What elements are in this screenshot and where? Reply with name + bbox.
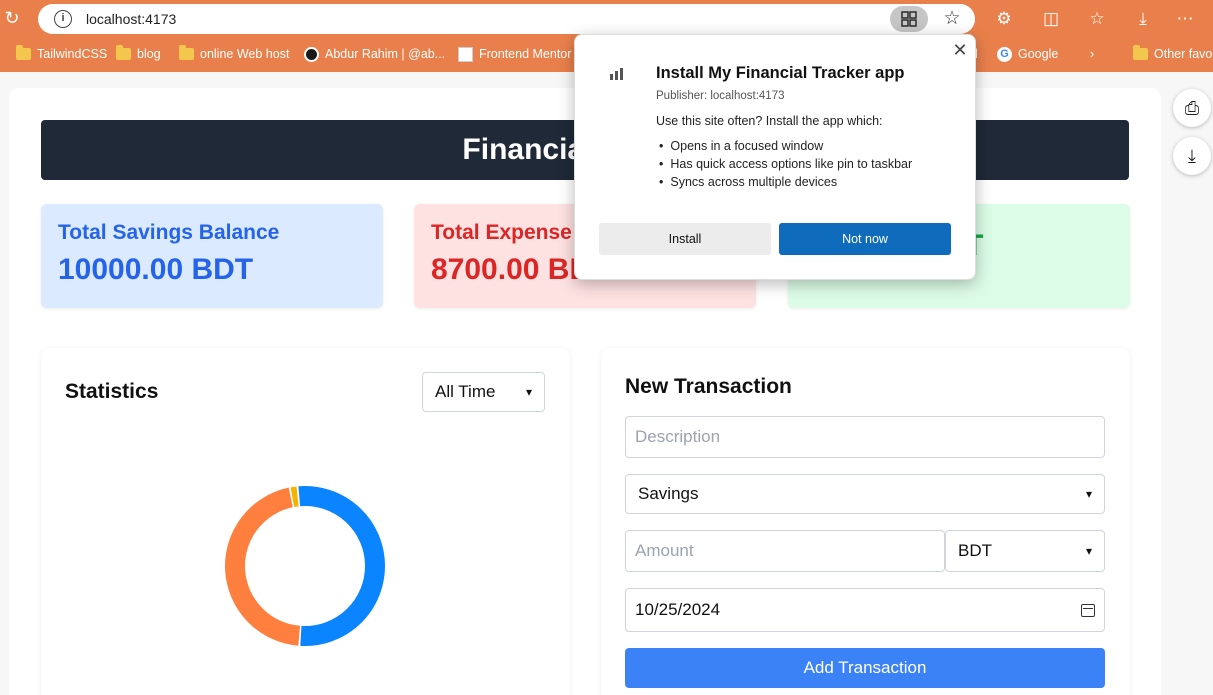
bookmark-item[interactable]: Frontend Mentor	[458, 42, 571, 66]
date-input[interactable]: 10/25/2024	[625, 588, 1105, 632]
savings-label: Total Savings Balance	[58, 221, 280, 244]
description-placeholder: Description	[635, 427, 721, 446]
google-icon: G	[997, 46, 1012, 62]
new-transaction-title: New Transaction	[625, 375, 792, 398]
chevron-down-icon: ▾	[525, 385, 532, 399]
calendar-icon[interactable]	[1081, 603, 1095, 617]
print-icon[interactable]: ⎙	[1173, 89, 1211, 127]
time-range-value: All Time	[435, 382, 496, 401]
not-now-button[interactable]: Not now	[779, 223, 951, 255]
feature-item: Syncs across multiple devices	[659, 173, 912, 191]
amount-input[interactable]: Amount	[625, 530, 945, 572]
donut-slice[interactable]	[298, 486, 385, 646]
add-transaction-button[interactable]: Add Transaction	[625, 648, 1105, 688]
statistics-title: Statistics	[65, 380, 159, 403]
app-grid-icon	[901, 11, 917, 27]
amount-placeholder: Amount	[635, 541, 694, 560]
donut-slice[interactable]	[225, 487, 301, 646]
extensions-icon[interactable]: ⚙	[991, 6, 1017, 32]
feature-item: Opens in a focused window	[659, 137, 912, 155]
close-icon[interactable]: ✕	[951, 41, 969, 59]
folder-icon	[1133, 45, 1148, 60]
savings-card: Total Savings Balance 10000.00 BDT	[41, 204, 383, 308]
currency-value: BDT	[958, 541, 992, 560]
folder-icon	[179, 45, 194, 60]
download-icon[interactable]: ⤓	[1173, 137, 1211, 175]
favorite-star-icon[interactable]: ☆	[939, 6, 965, 32]
statistics-panel: Statistics All Time ▾	[41, 348, 570, 695]
date-value: 10/25/2024	[635, 600, 721, 619]
app-icon	[610, 68, 623, 80]
currency-select[interactable]: BDT ▾	[945, 530, 1105, 572]
more-menu-icon[interactable]: ⋯	[1172, 6, 1198, 32]
donut-slice[interactable]	[290, 486, 299, 508]
time-range-select[interactable]: All Time ▾	[422, 372, 545, 412]
chevron-right-icon[interactable]: ›	[1090, 42, 1094, 66]
reload-icon[interactable]: ↻	[2, 8, 22, 28]
site-favicon-icon	[458, 46, 473, 62]
chevron-down-icon: ▾	[1085, 544, 1092, 558]
dialog-title: Install My Financial Tracker app	[656, 64, 905, 82]
bookmark-item[interactable]: online Web host	[179, 42, 289, 66]
statistics-donut-chart	[225, 486, 385, 646]
description-input[interactable]: Description	[625, 416, 1105, 458]
address-bar[interactable]: i localhost:4173 ☆	[38, 4, 975, 34]
folder-icon	[116, 45, 131, 60]
transaction-type-value: Savings	[638, 484, 699, 503]
site-info-icon[interactable]: i	[54, 10, 72, 28]
app-install-button[interactable]	[890, 6, 928, 32]
dialog-publisher: Publisher: localhost:4173	[656, 90, 785, 102]
bookmark-item[interactable]: Other favori	[1133, 42, 1213, 66]
bookmark-item[interactable]: Abdur Rahim | @ab...	[304, 42, 445, 66]
dialog-prompt: Use this site often? Install the app whi…	[656, 114, 883, 128]
install-app-dialog: ✕ Install My Financial Tracker app Publi…	[574, 34, 976, 280]
feature-list: Opens in a focused window Has quick acce…	[659, 137, 912, 191]
transaction-type-select[interactable]: Savings ▾	[625, 474, 1105, 514]
feature-item: Has quick access options like pin to tas…	[659, 155, 912, 173]
install-button[interactable]: Install	[599, 223, 771, 255]
bookmark-item[interactable]: blog	[116, 42, 161, 66]
url-text[interactable]: localhost:4173	[86, 11, 176, 27]
savings-value: 10000.00 BDT	[58, 253, 254, 286]
new-transaction-panel: New Transaction Description Savings ▾ Am…	[601, 348, 1130, 695]
downloads-icon[interactable]: ⤓	[1130, 6, 1156, 32]
folder-icon	[16, 45, 31, 60]
split-screen-icon[interactable]: ◫	[1038, 6, 1064, 32]
favorites-icon[interactable]: ☆	[1084, 6, 1110, 32]
site-favicon-icon	[304, 46, 319, 62]
bookmark-item[interactable]: G Google	[997, 42, 1058, 66]
chevron-down-icon: ▾	[1085, 487, 1092, 501]
bookmark-item[interactable]: TailwindCSS	[16, 42, 107, 66]
